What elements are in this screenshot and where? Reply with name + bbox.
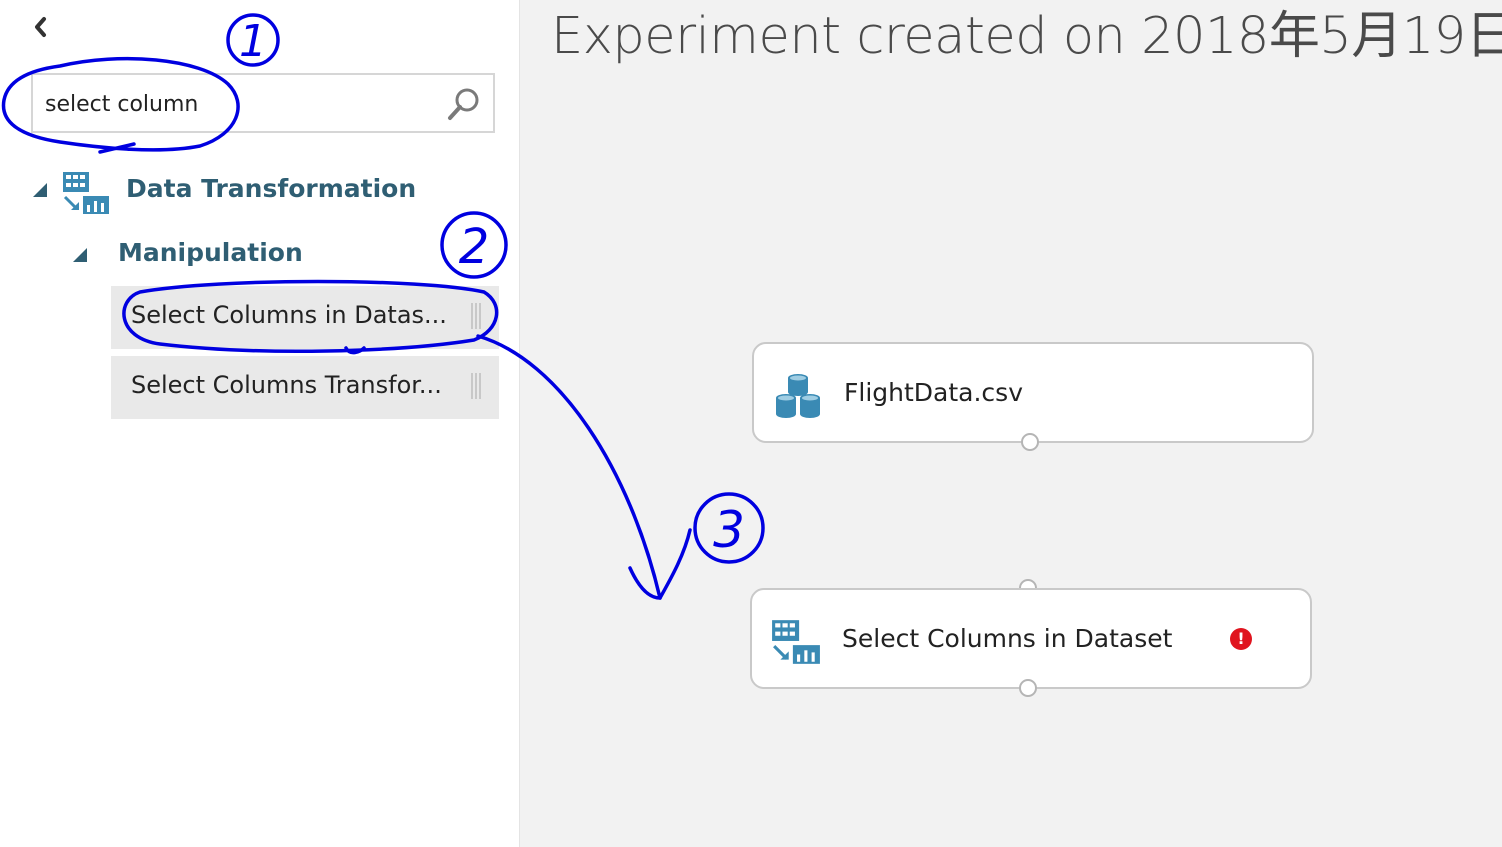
palette-item-select-columns-transform[interactable]: Select Columns Transfor... bbox=[111, 356, 499, 419]
output-port[interactable] bbox=[1019, 679, 1037, 697]
module-node-flightdata[interactable]: FlightData.csv bbox=[752, 342, 1314, 443]
module-palette: Data Transformation Manipulation Select … bbox=[0, 0, 520, 847]
search-box bbox=[31, 73, 495, 133]
data-transformation-icon bbox=[772, 620, 820, 664]
palette-item-select-columns-in-dataset[interactable]: Select Columns in Datas... bbox=[111, 286, 499, 349]
experiment-title[interactable]: Experiment created on 2018年5月19日 bbox=[551, 0, 1502, 68]
dataset-icon bbox=[776, 374, 820, 418]
palette-item-label: Select Columns in Datas... bbox=[131, 301, 447, 329]
chevron-left-icon bbox=[35, 17, 46, 37]
output-port[interactable] bbox=[1021, 433, 1039, 451]
step-3-marker bbox=[693, 492, 765, 564]
subcategory-manipulation[interactable]: Manipulation bbox=[118, 238, 303, 267]
expand-triangle-icon[interactable] bbox=[33, 183, 47, 197]
expand-triangle-icon[interactable] bbox=[73, 248, 87, 262]
step-3-label: 3 bbox=[713, 501, 745, 559]
search-input[interactable] bbox=[45, 87, 445, 121]
module-node-label: Select Columns in Dataset bbox=[842, 624, 1173, 653]
drag-handle-icon[interactable] bbox=[471, 303, 481, 329]
module-node-select-columns[interactable]: Select Columns in Dataset ! bbox=[750, 588, 1312, 689]
error-icon[interactable]: ! bbox=[1230, 628, 1252, 650]
drag-handle-icon[interactable] bbox=[471, 373, 481, 399]
category-data-transformation[interactable]: Data Transformation bbox=[126, 174, 416, 203]
module-node-label: FlightData.csv bbox=[844, 378, 1023, 407]
collapse-palette-button[interactable] bbox=[26, 12, 56, 42]
data-transformation-icon bbox=[63, 172, 109, 214]
search-icon[interactable] bbox=[445, 85, 483, 123]
palette-item-label: Select Columns Transfor... bbox=[131, 371, 442, 399]
